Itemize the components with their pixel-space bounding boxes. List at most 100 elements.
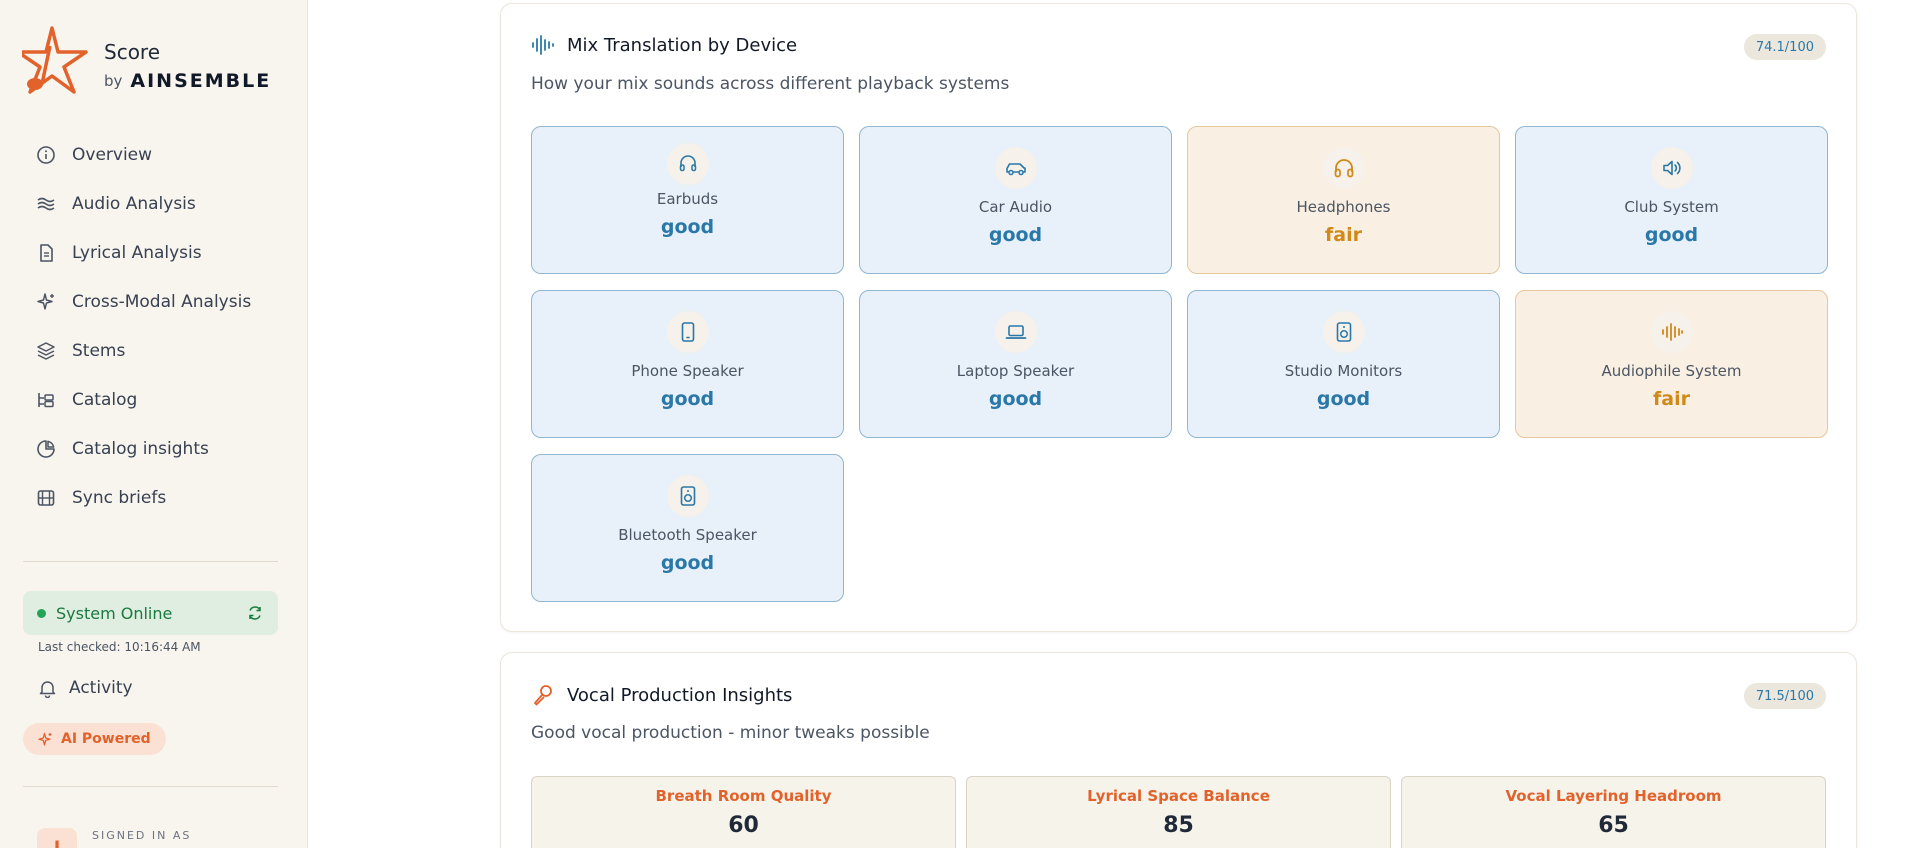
mix-translation-card: Mix Translation by Device 74.1/100 How y… (500, 3, 1857, 632)
sidebar-item-label: Overview (72, 144, 153, 165)
device-status: good (988, 388, 1043, 410)
brand-company: AINSEMBLE (130, 70, 272, 92)
device-name: Audiophile System (1601, 362, 1742, 380)
device-name: Laptop Speaker (956, 362, 1075, 380)
device-card-studio-monitors[interactable]: Studio Monitors good (1187, 290, 1500, 438)
ai-powered-label: AI Powered (61, 731, 151, 747)
vocal-insights-score-badge: 71.5/100 (1743, 683, 1826, 709)
sidebar-item-lyrical-analysis[interactable]: Lyrical Analysis (36, 228, 286, 277)
speaker-volume-icon (1662, 160, 1681, 176)
metric-lyrical-space-balance: Lyrical Space Balance 85 (966, 776, 1391, 848)
device-status: good (660, 552, 715, 574)
vocal-insights-card: Vocal Production Insights 71.5/100 Good … (500, 652, 1857, 848)
sidebar-item-label: Cross-Modal Analysis (72, 291, 252, 312)
star-note-logo-icon (22, 26, 88, 94)
device-card-bluetooth-speaker[interactable]: Bluetooth Speaker good (531, 454, 844, 602)
mix-translation-score-badge: 74.1/100 (1743, 34, 1826, 60)
sidebar-divider (23, 786, 278, 787)
info-icon (37, 145, 55, 164)
sparkle-icon (37, 292, 54, 310)
activity-link[interactable]: Activity (38, 678, 133, 698)
vocal-insights-title: Vocal Production Insights (567, 684, 793, 706)
sidebar-item-catalog-insights[interactable]: Catalog insights (36, 424, 286, 473)
avatar[interactable]: J (37, 828, 77, 848)
pie-chart-icon (37, 439, 55, 458)
phone-icon (681, 322, 694, 342)
device-card-phone-speaker[interactable]: Phone Speaker good (531, 290, 844, 438)
car-icon (1005, 163, 1026, 176)
refresh-icon[interactable] (246, 604, 264, 622)
sidebar-item-overview[interactable]: Overview (36, 130, 286, 179)
sidebar-item-cross-modal-analysis[interactable]: Cross-Modal Analysis (36, 277, 286, 326)
studio-speaker-icon (1336, 322, 1351, 342)
device-status: good (1316, 388, 1371, 410)
sidebar-divider (23, 561, 278, 562)
device-name: Phone Speaker (631, 362, 744, 380)
device-card-laptop-speaker[interactable]: Laptop Speaker good (859, 290, 1172, 438)
mix-translation-subtitle: How your mix sounds across different pla… (531, 74, 1010, 94)
device-card-car-audio[interactable]: Car Audio good (859, 126, 1172, 274)
last-checked-timestamp: Last checked: 10:16:44 AM (38, 640, 201, 654)
bluetooth-speaker-icon (680, 486, 695, 506)
device-name: Car Audio (978, 198, 1053, 216)
microphone-icon (534, 685, 552, 706)
system-status-label: System Online (56, 603, 173, 623)
brand-by-label: by (104, 72, 123, 90)
mix-translation-title: Mix Translation by Device (567, 34, 798, 56)
sidebar-item-label: Lyrical Analysis (72, 242, 202, 263)
sidebar: Score by AINSEMBLE Overview Audio Analys… (0, 0, 308, 848)
metric-label: Lyrical Space Balance (1087, 787, 1270, 805)
device-name: Bluetooth Speaker (618, 526, 757, 544)
metric-label: Vocal Layering Headroom (1505, 787, 1722, 805)
catalog-icon (38, 392, 54, 407)
audio-waveform-icon (532, 35, 554, 55)
metric-value: 60 (728, 813, 759, 838)
device-name: Club System (1624, 198, 1719, 216)
layers-icon (37, 341, 55, 360)
film-icon (37, 489, 55, 506)
vocal-insights-subtitle: Good vocal production - minor tweaks pos… (531, 723, 930, 743)
device-status: good (660, 388, 715, 410)
sidebar-item-sync-briefs[interactable]: Sync briefs (36, 473, 286, 522)
sidebar-item-label: Sync briefs (72, 487, 167, 508)
signed-in-label: SIGNED IN AS (92, 829, 192, 842)
device-status: fair (1325, 224, 1362, 246)
earbuds-icon (679, 155, 696, 172)
document-icon (40, 243, 53, 262)
sidebar-item-label: Catalog (72, 389, 138, 410)
sidebar-item-stems[interactable]: Stems (36, 326, 286, 375)
metric-vocal-layering-headroom: Vocal Layering Headroom 65 (1401, 776, 1826, 848)
sidebar-item-label: Stems (72, 340, 126, 361)
device-status: good (988, 224, 1043, 246)
system-status-badge: System Online (23, 591, 278, 635)
ai-powered-badge: AI Powered (23, 723, 166, 755)
metric-value: 85 (1163, 813, 1194, 838)
activity-label: Activity (69, 678, 133, 698)
sidebar-nav: Overview Audio Analysis Lyrical Analysis… (36, 130, 286, 522)
sidebar-item-catalog[interactable]: Catalog (36, 375, 286, 424)
device-name: Earbuds (656, 190, 719, 208)
sidebar-item-label: Catalog insights (72, 438, 209, 459)
brand[interactable]: Score by AINSEMBLE (22, 26, 271, 96)
metric-breath-room-quality: Breath Room Quality 60 (531, 776, 956, 848)
headphones-icon (1334, 159, 1353, 178)
device-status: fair (1653, 388, 1690, 410)
laptop-icon (1005, 325, 1026, 339)
device-card-club-system[interactable]: Club System good (1515, 126, 1828, 274)
sidebar-item-label: Audio Analysis (72, 193, 196, 214)
device-name: Headphones (1296, 198, 1391, 216)
device-card-audiophile-system[interactable]: Audiophile System fair (1515, 290, 1828, 438)
audio-waveform-icon (1661, 323, 1683, 341)
status-dot (37, 608, 46, 618)
metric-label: Breath Room Quality (655, 787, 832, 805)
sidebar-item-audio-analysis[interactable]: Audio Analysis (36, 179, 286, 228)
sparkle-icon (38, 732, 52, 746)
device-status: good (1644, 224, 1699, 246)
device-status: good (660, 216, 715, 238)
waves-icon (37, 197, 55, 210)
bell-icon (39, 680, 56, 698)
device-card-earbuds[interactable]: Earbuds good (531, 126, 844, 274)
device-card-headphones[interactable]: Headphones fair (1187, 126, 1500, 274)
device-name: Studio Monitors (1284, 362, 1403, 380)
metric-value: 65 (1598, 813, 1629, 838)
